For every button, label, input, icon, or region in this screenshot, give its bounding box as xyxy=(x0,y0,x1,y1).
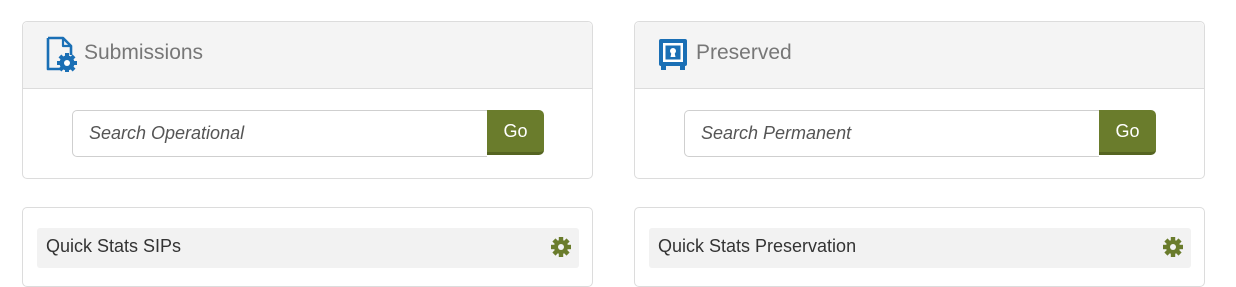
quick-stats-sips-header: Quick Stats SIPs xyxy=(37,228,579,268)
gear-icon[interactable] xyxy=(550,236,572,258)
quick-stats-preservation-title: Quick Stats Preservation xyxy=(658,236,857,256)
quick-stats-sips-title: Quick Stats SIPs xyxy=(46,236,182,256)
preserved-panel: Preserved Go xyxy=(634,21,1205,179)
submissions-go-button[interactable]: Go xyxy=(487,110,544,155)
search-permanent-input[interactable] xyxy=(684,110,1099,157)
quick-stats-sips-panel: Quick Stats SIPs xyxy=(22,207,593,287)
vault-icon xyxy=(659,39,687,70)
preserved-panel-header: Preserved xyxy=(635,22,1204,89)
quick-stats-preservation-panel: Quick Stats Preservation xyxy=(634,207,1205,287)
submissions-search-group: Go xyxy=(72,110,544,157)
document-gear-icon xyxy=(46,36,77,72)
submissions-title: Submissions xyxy=(84,41,204,64)
submissions-panel: Submissions Go xyxy=(22,21,593,179)
quick-stats-preservation-header: Quick Stats Preservation xyxy=(649,228,1191,268)
search-operational-input[interactable] xyxy=(72,110,487,157)
submissions-panel-header: Submissions xyxy=(23,22,592,89)
preserved-title: Preserved xyxy=(696,41,792,64)
gear-icon[interactable] xyxy=(1162,236,1184,258)
preserved-go-button[interactable]: Go xyxy=(1099,110,1156,155)
preserved-search-group: Go xyxy=(684,110,1156,157)
